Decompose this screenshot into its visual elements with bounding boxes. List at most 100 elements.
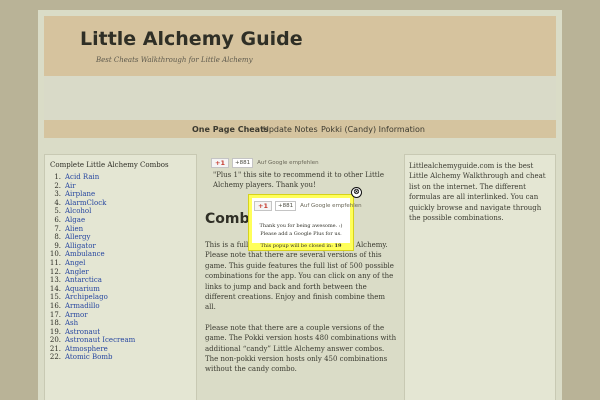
google-plus-popup: +1 +881 Auf Google empfehlen Thank you f… — [248, 194, 362, 251]
combo-list-item: 3. Airplane — [45, 190, 195, 199]
combo-list-number: 3. — [54, 190, 61, 199]
combo-list-item: 11. Angel — [45, 259, 195, 268]
combo-list-number: 12. — [49, 267, 61, 276]
combo-list-item: 5. Alcohol — [45, 207, 195, 216]
combo-list-item: 17. Armor — [45, 311, 195, 320]
close-icon[interactable]: ⊗ — [351, 187, 362, 198]
site-tagline: Best Cheats Walkthrough for Little Alche… — [96, 56, 253, 64]
popup-timer: This popup will be closed in: 19 — [249, 242, 353, 250]
combos-sidebar: Complete Little Alchemy Combos 1. Acid Ra… — [44, 154, 197, 400]
combo-list-item: 6. Algae — [45, 216, 195, 225]
google-plus-count: +881 — [232, 158, 254, 168]
combo-link[interactable]: Atomic Bomb — [65, 353, 112, 362]
combo-link[interactable]: Antarctica — [65, 276, 102, 285]
combo-list-item: 7. Alien — [45, 225, 195, 234]
nav-pokki-info[interactable]: Pokki (Candy) Information — [321, 125, 425, 134]
share-message: "Plus 1" this site to recommend it to ot… — [213, 171, 384, 189]
combo-list-number: 2. — [54, 181, 61, 190]
combo-list-number: 1. — [54, 173, 61, 181]
combo-list-item: 15. Archipelago — [45, 293, 195, 302]
combo-list-item: 12. Angler — [45, 268, 195, 277]
combo-link[interactable]: Ash — [65, 319, 78, 328]
combo-list-item: 14. Aquarium — [45, 285, 195, 294]
ad-banner-area — [44, 76, 556, 120]
google-plus-one-button[interactable]: +1 — [211, 158, 229, 168]
combo-link[interactable]: AlarmClock — [65, 199, 106, 208]
combo-link[interactable]: Angler — [65, 268, 89, 277]
popup-content: +1 +881 Auf Google empfehlen Thank you f… — [252, 198, 362, 243]
combo-list-item: 18. Ash — [45, 319, 195, 328]
combo-list-number: 6. — [54, 215, 61, 224]
combo-list-item: 1. Acid Rain — [45, 173, 195, 182]
popup-timer-value: 19 — [334, 243, 342, 249]
intro-text: This is a full list of combinations for … — [205, 240, 397, 385]
combo-list-number: 7. — [54, 224, 61, 233]
about-text: Littlealchemyguide.com is the best Littl… — [409, 162, 546, 223]
site-title[interactable]: Little Alchemy Guide — [80, 28, 303, 50]
combo-list-item: 20. Astronaut Icecream — [45, 336, 195, 345]
combo-link[interactable]: Alien — [65, 225, 83, 234]
combo-link[interactable]: Armadillo — [65, 302, 100, 311]
popup-timer-text: This popup will be closed in: — [260, 243, 333, 249]
popup-google-plus-widget: +1 +881 Auf Google empfehlen — [254, 201, 362, 211]
combo-link[interactable]: Air — [65, 182, 76, 191]
combo-list-number: 20. — [49, 336, 61, 345]
combo-list-item: 4. AlarmClock — [45, 199, 195, 208]
site-header: Little Alchemy Guide Best Cheats Walkthr… — [44, 16, 556, 76]
main-content: +1 +881 Auf Google empfehlen "Plus 1" th… — [203, 154, 402, 400]
combo-list-number: 22. — [49, 353, 61, 362]
combo-list-item: 19. Astronaut — [45, 328, 195, 337]
combo-link[interactable]: Algae — [65, 216, 85, 225]
popup-google-plus-one-button[interactable]: +1 — [254, 201, 272, 211]
combo-list-item: 10. Ambulance — [45, 250, 195, 259]
combo-list-number: 14. — [49, 284, 61, 293]
combo-list-number: 19. — [49, 327, 61, 336]
combo-list-number: 8. — [54, 233, 61, 242]
combo-list-item: 9. Alligator — [45, 242, 195, 251]
combo-link[interactable]: Atmosphere — [65, 345, 108, 354]
combo-list-number: 10. — [49, 250, 61, 259]
combo-link[interactable]: Airplane — [65, 190, 95, 199]
google-plus-widget: +1 +881 Auf Google empfehlen — [211, 158, 319, 168]
combo-list-item: 13. Antarctica — [45, 276, 195, 285]
popup-message: Thank you for being awesome. :) Please a… — [252, 222, 350, 238]
combo-link[interactable]: Astronaut — [65, 328, 100, 337]
combo-list-number: 11. — [49, 258, 61, 267]
main-nav: One Page Cheats Update Notes Pokki (Cand… — [44, 120, 556, 138]
popup-google-plus-label: Auf Google empfehlen — [300, 203, 362, 209]
combo-list-item: 22. Atomic Bomb — [45, 353, 195, 362]
combos-sidebar-title: Complete Little Alchemy Combos — [50, 161, 169, 169]
nav-update-notes[interactable]: Update Notes — [263, 125, 318, 134]
combo-list-number: 18. — [49, 319, 61, 328]
combo-list-item: 16. Armadillo — [45, 302, 195, 311]
intro-paragraph-2: Please note that there are a couple vers… — [205, 323, 397, 374]
combo-link[interactable]: Allergy — [65, 233, 90, 242]
combo-link[interactable]: Archipelago — [65, 293, 108, 302]
google-plus-label: Auf Google empfehlen — [257, 160, 319, 166]
combo-list-number: 16. — [49, 301, 61, 310]
combo-list-number: 15. — [49, 293, 61, 302]
combo-link[interactable]: Aquarium — [65, 285, 100, 294]
combo-list-item: 2. Air — [45, 182, 195, 191]
combo-link[interactable]: Angel — [65, 259, 85, 268]
combo-list-number: 5. — [54, 207, 61, 216]
combo-list-number: 9. — [54, 241, 61, 250]
combo-link[interactable]: Acid Rain — [65, 173, 99, 182]
combo-list-item: 8. Allergy — [45, 233, 195, 242]
combo-link[interactable]: Ambulance — [65, 250, 105, 259]
popup-google-plus-count: +881 — [275, 201, 297, 211]
combo-link[interactable]: Astronaut Icecream — [65, 336, 135, 345]
combo-link[interactable]: Armor — [65, 311, 88, 320]
combo-list-number: 21. — [49, 344, 61, 353]
popup-message-line-2: Please add a Google Plus for us. — [260, 231, 342, 237]
combo-list-item: 21. Atmosphere — [45, 345, 195, 354]
combo-list-number: 4. — [54, 198, 61, 207]
about-sidebar: Littlealchemyguide.com is the best Littl… — [404, 154, 556, 400]
combo-link[interactable]: Alcohol — [65, 207, 91, 216]
combo-link[interactable]: Alligator — [65, 242, 96, 251]
combo-list-number: 13. — [49, 276, 61, 285]
combo-list-number: 17. — [49, 310, 61, 319]
popup-message-line-1: Thank you for being awesome. :) — [259, 223, 343, 229]
combo-list: 1. Acid Rain 2. Air 3. Airplane 4. AlarmClock 5.… — [45, 173, 195, 362]
nav-one-page-cheats[interactable]: One Page Cheats — [192, 125, 269, 134]
